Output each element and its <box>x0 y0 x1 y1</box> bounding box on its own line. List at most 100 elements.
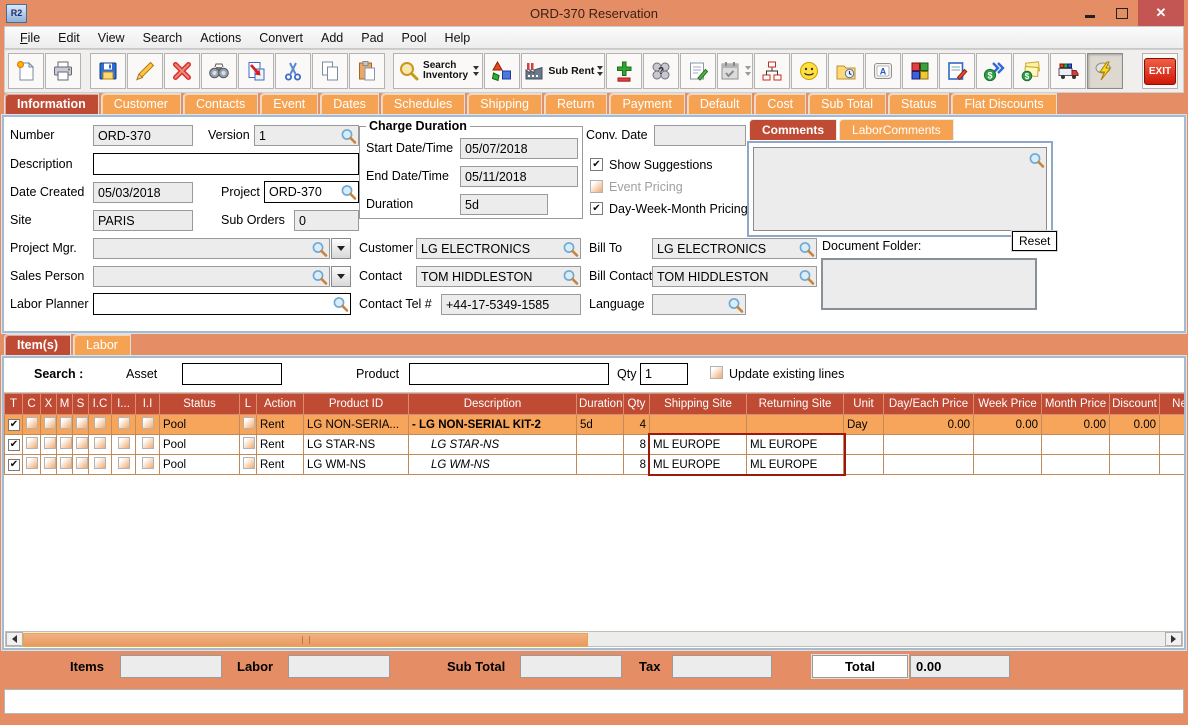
comments-textarea[interactable] <box>753 147 1047 231</box>
find-binoculars-button[interactable] <box>200 53 237 89</box>
key-a-button[interactable]: A <box>864 53 901 89</box>
scrollbar-thumb[interactable] <box>23 633 588 647</box>
customer-field[interactable]: LG ELECTRONICS <box>416 238 581 259</box>
week-price-cell[interactable] <box>973 454 1042 475</box>
description-cell[interactable]: LG STAR-NS <box>408 434 577 455</box>
x-checkbox[interactable] <box>44 457 56 469</box>
menu-help[interactable]: Help <box>436 29 480 47</box>
column-header-action[interactable]: Action <box>256 393 304 415</box>
idots-cell[interactable] <box>111 414 136 435</box>
maximize-button[interactable] <box>1106 2 1138 24</box>
truck-button[interactable] <box>1049 53 1086 89</box>
tab-contacts[interactable]: Contacts <box>182 93 259 115</box>
m-cell[interactable] <box>56 414 73 435</box>
idots-checkbox[interactable] <box>117 457 130 469</box>
column-header-month-price[interactable]: Month Price <box>1041 393 1110 415</box>
x-cell[interactable] <box>40 454 57 475</box>
price-forward-button[interactable]: $ <box>975 53 1012 89</box>
dropdown-arrows-icon[interactable] <box>472 65 479 77</box>
bill-to-field[interactable]: LG ELECTRONICS <box>652 238 817 259</box>
show-suggestions-checkbox[interactable] <box>590 158 603 171</box>
ic-checkbox[interactable] <box>94 437 106 449</box>
ii-checkbox[interactable] <box>141 457 154 469</box>
contact-tel-field[interactable]: +44-17-5349-1585 <box>441 294 581 315</box>
m-cell[interactable] <box>56 434 73 455</box>
number-field[interactable]: ORD-370 <box>93 125 193 146</box>
m-checkbox[interactable] <box>60 437 72 449</box>
t-checkbox[interactable] <box>8 438 20 451</box>
menu-search[interactable]: Search <box>134 29 192 47</box>
ne-cell[interactable] <box>1159 434 1184 455</box>
column-header-unit[interactable]: Unit <box>843 393 884 415</box>
l-checkbox[interactable] <box>243 457 255 469</box>
column-header-i-c[interactable]: I.C <box>88 393 112 415</box>
unit-cell[interactable] <box>843 454 884 475</box>
description-field[interactable] <box>93 153 359 175</box>
c-cell[interactable] <box>22 414 41 435</box>
table-row[interactable]: Pool RentLG NON-SERIA...- LG NON-SERIAL K… <box>4 414 1184 435</box>
horizontal-scrollbar[interactable] <box>5 631 1183 647</box>
s-checkbox[interactable] <box>76 457 88 469</box>
qty-cell[interactable]: 4 <box>623 414 650 435</box>
shipping-site-cell[interactable]: ML EUROPE <box>649 434 747 455</box>
shipping-site-cell[interactable] <box>649 414 747 435</box>
discount-cell[interactable] <box>1109 454 1160 475</box>
new-document-button[interactable] <box>8 53 44 89</box>
returning-site-cell[interactable]: ML EUROPE <box>746 434 844 455</box>
ic-cell[interactable] <box>88 454 112 475</box>
t-cell[interactable] <box>4 434 23 455</box>
cut-button[interactable] <box>274 53 311 89</box>
search-icon[interactable] <box>798 268 815 285</box>
idots-cell[interactable] <box>111 434 136 455</box>
product-input[interactable] <box>409 363 609 385</box>
scroll-left-button[interactable] <box>6 632 23 646</box>
discount-cell[interactable]: 0.00 <box>1109 414 1160 435</box>
column-header-t[interactable]: T <box>4 393 23 415</box>
t-checkbox[interactable] <box>8 458 20 471</box>
table-row[interactable]: PoolRentLG STAR-NSLG STAR-NS8ML EUROPEML… <box>4 434 1184 455</box>
status-cell[interactable]: Pool <box>159 434 240 455</box>
ne-cell[interactable] <box>1159 454 1184 475</box>
search-icon[interactable] <box>311 268 328 285</box>
ne-cell[interactable] <box>1159 414 1184 435</box>
close-button[interactable]: ✕ <box>1138 0 1184 26</box>
search-icon[interactable] <box>562 268 579 285</box>
column-header-description[interactable]: Description <box>408 393 577 415</box>
qty-input[interactable]: 1 <box>640 363 688 385</box>
l-checkbox[interactable] <box>243 437 255 449</box>
menu-view[interactable]: View <box>89 29 134 47</box>
add-remove-button[interactable] <box>605 53 642 89</box>
tab-sub-total[interactable]: Sub Total <box>808 93 887 115</box>
tab-default[interactable]: Default <box>686 93 753 115</box>
search-icon[interactable] <box>562 240 579 257</box>
menu-pad[interactable]: Pad <box>352 29 392 47</box>
ii-cell[interactable] <box>135 414 160 435</box>
column-header-product-id[interactable]: Product ID <box>303 393 409 415</box>
column-header-qty[interactable]: Qty <box>623 393 650 415</box>
duration-cell[interactable]: 5d <box>576 414 624 435</box>
table-row[interactable]: PoolRentLG WM-NSLG WM-NS8ML EUROPEML EUR… <box>4 454 1184 475</box>
column-header-c[interactable]: C <box>22 393 41 415</box>
sub-rent-button[interactable]: Sub Rent <box>520 53 605 89</box>
day-week-month-checkbox[interactable] <box>590 202 603 215</box>
search-inventory-button[interactable]: Search Inventory <box>393 53 483 89</box>
calendar-button[interactable] <box>716 53 753 89</box>
discount-cell[interactable] <box>1109 434 1160 455</box>
paste-button[interactable] <box>348 53 385 89</box>
project-field[interactable]: ORD-370 <box>264 181 359 203</box>
scroll-right-button[interactable] <box>1165 632 1182 646</box>
tab-cost[interactable]: Cost <box>754 93 807 115</box>
c-cell[interactable] <box>22 454 41 475</box>
column-header-x[interactable]: X <box>40 393 57 415</box>
smiley-button[interactable] <box>790 53 827 89</box>
c-cell[interactable] <box>22 434 41 455</box>
month-price-cell[interactable]: 0.00 <box>1041 414 1110 435</box>
update-existing-lines-checkbox[interactable] <box>710 366 723 379</box>
product-id-cell[interactable]: LG STAR-NS <box>303 434 409 455</box>
note-edit-button[interactable] <box>938 53 975 89</box>
description-cell[interactable]: LG WM-NS <box>408 454 577 475</box>
bill-contact-field[interactable]: TOM HIDDLESTON <box>652 266 817 287</box>
end-date-field[interactable]: 05/11/2018 <box>460 166 578 187</box>
s-cell[interactable] <box>72 414 89 435</box>
title-bar[interactable]: R2 ORD-370 Reservation ✕ <box>4 0 1184 26</box>
